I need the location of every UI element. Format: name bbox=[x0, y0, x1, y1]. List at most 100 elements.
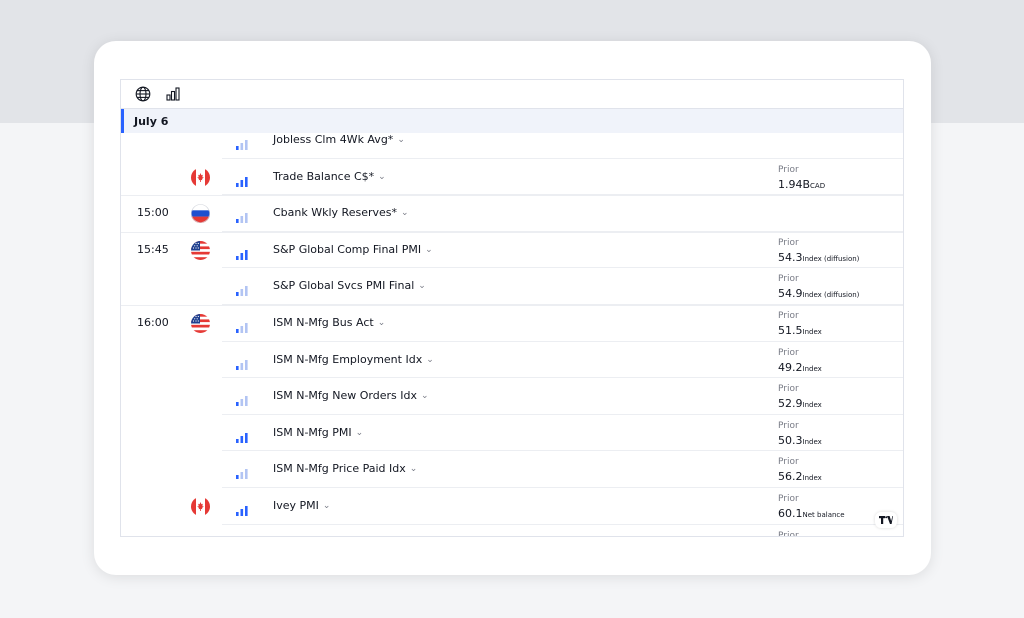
event-row[interactable]: Ivey PMI Sa ⌄ Prior bbox=[121, 525, 903, 537]
prior-value: 60.1Net balance bbox=[778, 506, 845, 523]
prior-number: 60.1 bbox=[778, 506, 803, 520]
prior-block: Prior 52.9Index bbox=[778, 384, 822, 413]
prior-label: Prior bbox=[778, 347, 799, 358]
event-name-label: S&P Global Svcs PMI Final bbox=[273, 279, 415, 293]
event-name-label: ISM N-Mfg New Orders Idx bbox=[273, 389, 417, 403]
prior-block: Prior bbox=[778, 530, 799, 537]
chevron-down-icon[interactable]: ⌄ bbox=[418, 268, 426, 304]
prior-number: 1.94B bbox=[778, 177, 811, 191]
event-name-label: Ivey PMI Sa bbox=[273, 536, 336, 537]
chevron-down-icon[interactable]: ⌄ bbox=[397, 133, 405, 158]
event-name-label: Ivey PMI bbox=[273, 498, 319, 512]
event-row[interactable]: Ivey PMI ⌄ Prior 60.1Net balance bbox=[121, 488, 903, 525]
chevron-down-icon[interactable]: ⌄ bbox=[401, 195, 409, 231]
event-name-label: ISM N-Mfg Bus Act bbox=[273, 315, 374, 329]
russia-flag-icon bbox=[191, 204, 210, 224]
importance-icon bbox=[236, 464, 248, 480]
prior-block: Prior 56.2Index bbox=[778, 457, 822, 486]
prior-block: Prior 51.5Index bbox=[778, 311, 822, 340]
prior-label: Prior bbox=[778, 457, 799, 468]
importance-icon bbox=[236, 501, 248, 516]
prior-label: Prior bbox=[778, 274, 799, 285]
event-row[interactable]: 15:00 Cbank Wkly Reserves* ⌄ bbox=[121, 195, 903, 232]
tradingview-logo[interactable] bbox=[875, 512, 897, 528]
event-row[interactable]: 16:00 ISM N-Mfg Bus Act ⌄ Prior 51.5Index bbox=[121, 304, 903, 342]
event-row[interactable]: 15:45 S&P Global Comp Final PMI ⌄ Prior 54.3… bbox=[121, 231, 903, 269]
prior-block: Prior 54.3Index (diffusion) bbox=[778, 238, 859, 267]
importance-icon bbox=[236, 172, 248, 187]
chevron-down-icon[interactable]: ⌄ bbox=[421, 378, 429, 414]
importance-icon bbox=[236, 391, 248, 407]
globe-icon[interactable] bbox=[133, 84, 153, 104]
event-name-label: S&P Global Comp Final PMI bbox=[273, 242, 422, 256]
usa-flag-icon bbox=[191, 240, 210, 260]
event-name[interactable]: Ivey PMI ⌄ bbox=[273, 488, 330, 524]
importance-icon bbox=[236, 281, 248, 297]
event-row[interactable]: Trade Balance C$* ⌄ Prior 1.94BCAD bbox=[121, 159, 903, 196]
event-name[interactable]: S&P Global Comp Final PMI ⌄ bbox=[273, 232, 433, 268]
calendar-toolbar bbox=[121, 80, 903, 109]
event-row[interactable]: ISM N-Mfg PMI ⌄ Prior 50.3Index bbox=[121, 415, 903, 452]
prior-value: 54.3Index (diffusion) bbox=[778, 250, 859, 267]
importance-icon bbox=[236, 245, 248, 260]
importance-icon bbox=[236, 428, 248, 443]
event-name-label: Trade Balance C$* bbox=[273, 169, 375, 183]
event-row[interactable]: S&P Global Svcs PMI Final ⌄ Prior 54.9Index… bbox=[121, 268, 903, 305]
event-name-label: ISM N-Mfg Employment Idx bbox=[273, 352, 423, 366]
prior-number: 54.3 bbox=[778, 250, 803, 264]
event-row[interactable]: ISM N-Mfg New Orders Idx ⌄ Prior 52.9Index bbox=[121, 378, 903, 415]
chevron-down-icon[interactable]: ⌄ bbox=[426, 342, 434, 378]
prior-number: 54.9 bbox=[778, 287, 803, 301]
prior-label: Prior bbox=[778, 237, 799, 248]
chevron-down-icon[interactable]: ⌄ bbox=[356, 415, 364, 451]
prior-value: 50.3Index bbox=[778, 433, 822, 450]
event-name[interactable]: Trade Balance C$* ⌄ bbox=[273, 159, 386, 195]
chevron-down-icon[interactable]: ⌄ bbox=[323, 488, 331, 524]
event-row[interactable]: ISM N-Mfg Employment Idx ⌄ Prior 49.2Index bbox=[121, 342, 903, 379]
importance-icon bbox=[236, 208, 248, 224]
prior-block: Prior 49.2Index bbox=[778, 348, 822, 377]
usa-flag-icon bbox=[191, 313, 210, 333]
prior-label: Prior bbox=[778, 493, 799, 504]
prior-value: 56.2Index bbox=[778, 469, 822, 486]
event-name[interactable]: S&P Global Svcs PMI Final ⌄ bbox=[273, 268, 426, 304]
event-name-label: Cbank Wkly Reserves* bbox=[273, 206, 397, 220]
event-name[interactable]: Cbank Wkly Reserves* ⌄ bbox=[273, 195, 409, 231]
chevron-down-icon[interactable]: ⌄ bbox=[425, 232, 433, 268]
chevron-down-icon[interactable]: ⌄ bbox=[378, 159, 386, 195]
prior-block: Prior 60.1Net balance bbox=[778, 494, 845, 523]
canada-flag-icon bbox=[191, 496, 210, 516]
importance-icon bbox=[236, 135, 248, 150]
events-list: Jobless Clm 4Wk Avg* ⌄ Trade Balance C$* ⌄ P… bbox=[121, 133, 903, 537]
prior-unit: Index bbox=[802, 437, 822, 446]
events-list-inner: Jobless Clm 4Wk Avg* ⌄ Trade Balance C$* ⌄ P… bbox=[121, 133, 903, 537]
chevron-down-icon[interactable]: ⌄ bbox=[410, 451, 418, 487]
prior-number: 56.2 bbox=[778, 470, 803, 484]
prior-label: Prior bbox=[778, 420, 799, 431]
prior-unit: Index bbox=[802, 327, 822, 336]
economic-calendar-widget: July 6 Jobless Clm 4Wk Avg* ⌄ Trade Balanc… bbox=[120, 79, 904, 537]
canada-flag-icon bbox=[191, 167, 210, 187]
event-row[interactable]: ISM N-Mfg Price Paid Idx ⌄ Prior 56.2Index bbox=[121, 451, 903, 488]
event-name[interactable]: ISM N-Mfg Price Paid Idx ⌄ bbox=[273, 451, 417, 487]
event-row[interactable]: Jobless Clm 4Wk Avg* ⌄ bbox=[121, 133, 903, 159]
prior-value: 52.9Index bbox=[778, 396, 822, 413]
event-name[interactable]: ISM N-Mfg Employment Idx ⌄ bbox=[273, 342, 434, 378]
prior-label: Prior bbox=[778, 530, 799, 537]
chevron-down-icon[interactable]: ⌄ bbox=[340, 525, 348, 536]
prior-block: Prior 54.9Index (diffusion) bbox=[778, 274, 859, 303]
card-container: July 6 Jobless Clm 4Wk Avg* ⌄ Trade Balanc… bbox=[94, 41, 931, 575]
prior-unit: Index bbox=[802, 364, 822, 373]
importance-bars-icon[interactable] bbox=[163, 84, 183, 104]
event-time: 15:45 bbox=[137, 242, 169, 256]
event-name[interactable]: Ivey PMI Sa ⌄ bbox=[273, 525, 348, 537]
event-name[interactable]: Jobless Clm 4Wk Avg* ⌄ bbox=[273, 133, 405, 158]
prior-unit: Index bbox=[802, 474, 822, 483]
event-time: 15:00 bbox=[137, 206, 169, 220]
date-header-label: July 6 bbox=[134, 114, 169, 128]
event-name[interactable]: ISM N-Mfg Bus Act ⌄ bbox=[273, 305, 385, 341]
event-name[interactable]: ISM N-Mfg PMI ⌄ bbox=[273, 415, 363, 451]
prior-number: 50.3 bbox=[778, 433, 803, 447]
chevron-down-icon[interactable]: ⌄ bbox=[378, 305, 386, 341]
event-name[interactable]: ISM N-Mfg New Orders Idx ⌄ bbox=[273, 378, 429, 414]
